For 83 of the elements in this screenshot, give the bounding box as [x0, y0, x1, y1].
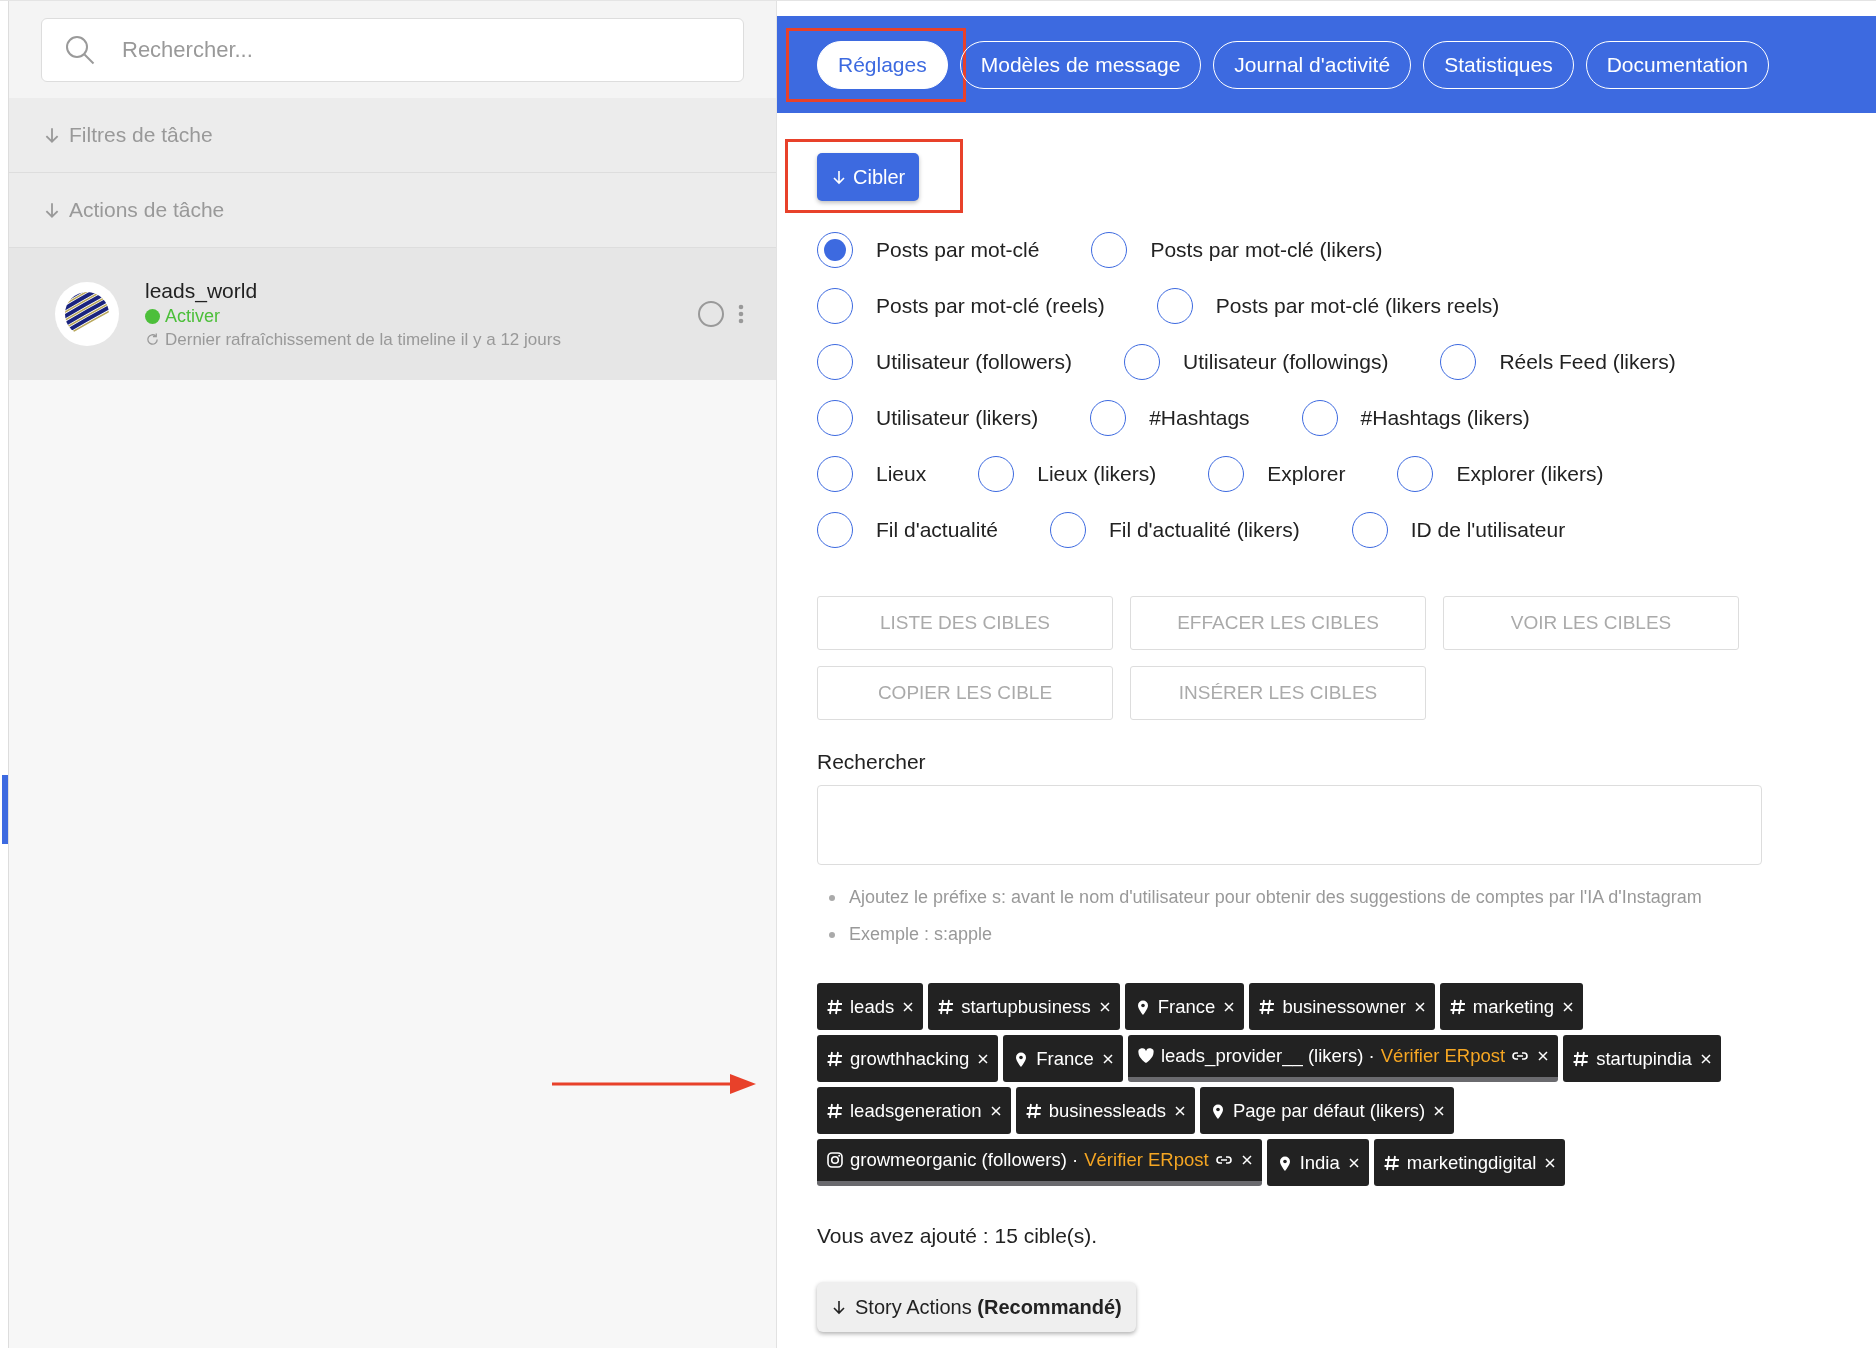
instagram-icon — [826, 1151, 844, 1169]
arrow-down-icon — [831, 169, 847, 185]
radio-label: Posts par mot-clé (reels) — [876, 294, 1105, 318]
close-icon[interactable] — [1223, 1000, 1236, 1013]
radio-label: Fil d'actualité (likers) — [1108, 518, 1300, 542]
radio-label: Fil d'actualité — [876, 518, 998, 542]
target-tag: businessowner — [1249, 983, 1435, 1030]
hash-icon — [1258, 997, 1277, 1016]
verify-link[interactable]: Vérifier ERpost — [1084, 1149, 1209, 1171]
close-icon[interactable] — [902, 1000, 915, 1013]
status-text: Activer — [165, 305, 220, 327]
close-icon[interactable] — [1699, 1052, 1712, 1065]
radio-label: Explorer — [1267, 462, 1346, 486]
search-field[interactable]: Rechercher... — [41, 18, 744, 82]
hash-icon — [937, 997, 956, 1016]
radio-label: Utilisateur (likers) — [876, 406, 1039, 430]
target-tag: France — [1003, 1035, 1123, 1082]
hash-icon — [1448, 997, 1467, 1016]
arrow-down-icon — [831, 1299, 847, 1315]
verify-link[interactable]: Vérifier ERpost — [1380, 1045, 1506, 1067]
target-tag: growthhacking — [817, 1035, 999, 1082]
arrow-down-icon — [43, 126, 61, 144]
hash-icon — [1382, 1153, 1401, 1172]
target-tag: businessleads — [1015, 1087, 1195, 1134]
account-row[interactable]: leads_world Activer Dernier rafraîchissement de la timeline il y a 12 jours — [9, 248, 776, 380]
close-icon[interactable] — [1537, 1050, 1550, 1062]
radio-label: Utilisateur (followings) — [1183, 350, 1389, 374]
section-button[interactable]: Story Actions (Recommandé) — [817, 1282, 1136, 1332]
select-checkbox[interactable] — [698, 301, 724, 327]
radio-label: Lieux — [876, 462, 927, 486]
hint-text: Exemple : s:apple — [849, 924, 993, 945]
more-icon — [738, 304, 744, 324]
hash-icon — [826, 997, 844, 1016]
search-field[interactable] — [817, 785, 1762, 865]
target-tag: Page par défaut (likers) — [1199, 1087, 1455, 1134]
target-tag: growmeorganic (followers) · Vérifier ERpost — [817, 1139, 1262, 1186]
target-tag: leadsgeneration — [817, 1087, 1011, 1134]
target-tag: startupindia — [1563, 1035, 1721, 1082]
close-icon[interactable] — [977, 1052, 990, 1065]
target-tag: leads — [817, 983, 924, 1030]
radio-label: #Hashtags — [1149, 406, 1250, 430]
target-tag: marketingdigital — [1373, 1139, 1566, 1186]
scroll-indicator — [2, 775, 8, 844]
bullet-icon — [829, 894, 835, 901]
close-icon[interactable] — [1347, 1156, 1360, 1169]
target-tag: France — [1124, 983, 1245, 1030]
tab[interactable]: Réglages — [817, 40, 948, 89]
radio-label: Posts par mot-clé (likers) — [1150, 238, 1383, 262]
hash-icon — [1572, 1049, 1591, 1068]
target-tag: leads_provider__ (likers) · Vérifier ERpost — [1127, 1035, 1559, 1082]
arrow-down-icon — [43, 201, 61, 219]
section-button[interactable]: Cibler — [817, 153, 920, 201]
close-icon[interactable] — [989, 1104, 1002, 1117]
radio-label: Réels Feed (likers) — [1499, 350, 1676, 374]
field-label: Rechercher — [817, 750, 927, 774]
close-icon[interactable] — [1433, 1104, 1446, 1117]
target-tag: marketing — [1439, 983, 1584, 1030]
account-name: leads_world — [145, 278, 259, 303]
target-tag: India — [1266, 1139, 1369, 1186]
heart-icon — [1136, 1047, 1155, 1065]
radio-label: ID de l'utilisateur — [1410, 518, 1566, 542]
hint-text: Ajoutez le préfixe s: avant le nom d'utilisateur pour obtenir des suggestions de comptes par l'IA d'Instagram — [849, 887, 1702, 908]
close-icon[interactable] — [1544, 1156, 1557, 1169]
radio-label: Utilisateur (followers) — [876, 350, 1073, 374]
radio-label: Posts par mot-clé (likers reels) — [1215, 294, 1500, 318]
radio-label: Posts par mot-clé — [876, 238, 1040, 262]
close-icon[interactable] — [1413, 1000, 1426, 1013]
refresh-icon — [145, 332, 160, 347]
radio-label: Explorer (likers) — [1456, 462, 1604, 486]
refresh-text: Dernier rafraîchissement de la timeline il y a 12 jours — [165, 329, 561, 350]
close-icon[interactable] — [1562, 1000, 1575, 1013]
close-icon[interactable] — [1101, 1052, 1114, 1065]
summary-text: Vous avez ajouté : 15 cible(s). — [817, 1224, 1099, 1248]
radio-label: #Hashtags (likers) — [1360, 406, 1530, 430]
hash-icon — [1024, 1101, 1043, 1120]
close-icon[interactable] — [1173, 1104, 1186, 1117]
close-icon[interactable] — [1240, 1154, 1253, 1166]
target-tag: startupbusiness — [928, 983, 1120, 1030]
bullet-icon — [829, 931, 835, 938]
radio-label: Lieux (likers) — [1037, 462, 1157, 486]
hash-icon — [826, 1101, 844, 1120]
hash-icon — [826, 1049, 844, 1068]
close-icon[interactable] — [1098, 1000, 1111, 1013]
